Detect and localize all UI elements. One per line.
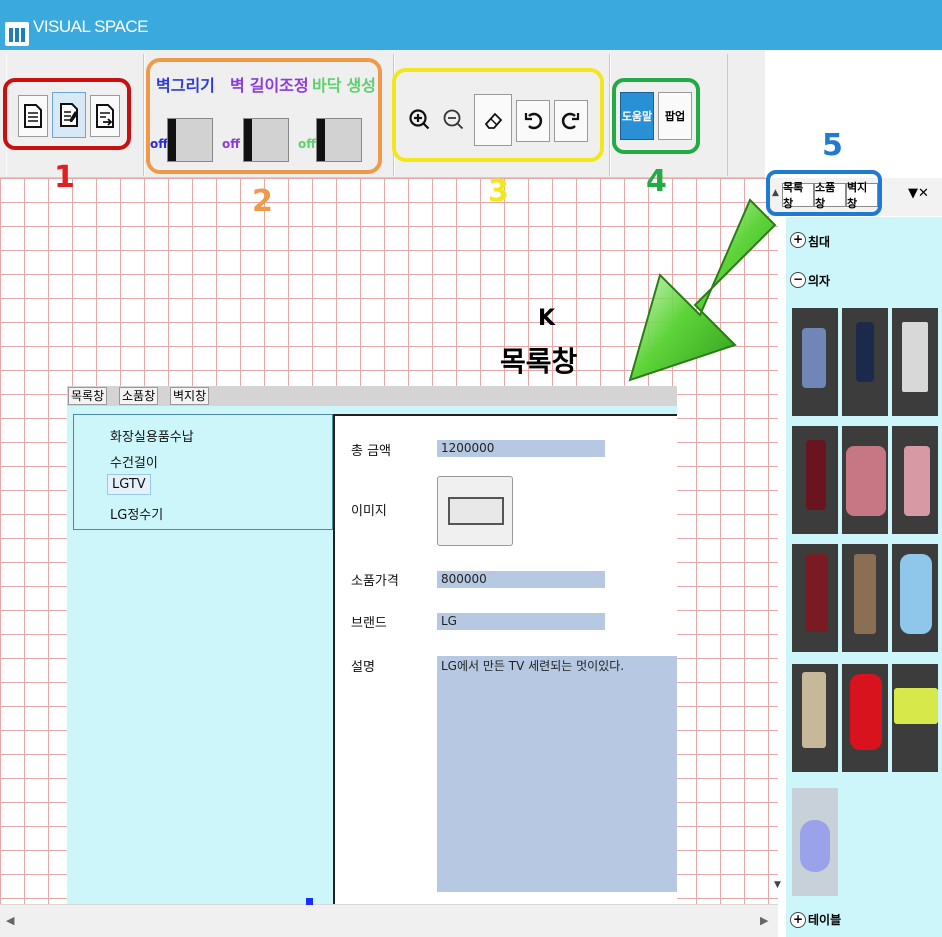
floor-create-toggle[interactable] (316, 118, 362, 162)
adjust-wall-label: 벽 길이조정 (230, 76, 309, 95)
brand-label: 브랜드 (351, 616, 387, 631)
rotate-right-button[interactable] (554, 100, 588, 142)
rotate-right-icon (561, 112, 580, 130)
panel-scroll-down-icon[interactable]: ▼ (774, 880, 781, 890)
edit-document-button[interactable] (52, 92, 86, 138)
description-label: 설명 (351, 660, 375, 675)
popup-button[interactable]: 팝업 (658, 92, 692, 140)
adjust-wall-toggle[interactable] (243, 118, 289, 162)
horizontal-scrollbar[interactable]: ◀ ▶ (0, 904, 778, 937)
zoom-out-icon (443, 109, 464, 130)
category-table[interactable]: 테이블 (808, 911, 841, 928)
dialog-tab-wallpaper[interactable]: 벽지창 (170, 387, 210, 405)
list-window: 목록창 소품창 벽지창 화장실용품수납 수건걸이 LGTV LG정수기 총 금액… (67, 386, 677, 904)
expand-table-icon[interactable]: + (790, 912, 806, 928)
export-document-button[interactable] (90, 95, 120, 137)
adjust-wall-off-label: off (222, 137, 240, 151)
expand-bed-icon[interactable]: + (790, 232, 806, 248)
brand-field[interactable]: LG (437, 613, 605, 630)
item-image[interactable] (437, 476, 513, 546)
title-bar: VISUAL SPACE (0, 0, 942, 50)
chair-thumbnail[interactable] (892, 544, 938, 652)
chair-thumbnail[interactable] (792, 426, 838, 534)
chair-thumbnail[interactable] (842, 426, 888, 534)
dialog-tab-list[interactable]: 목록창 (68, 387, 108, 405)
eraser-icon (484, 112, 503, 129)
zoom-in-icon (409, 109, 430, 130)
export-document-icon (96, 104, 114, 128)
annotation-number-4: 4 (646, 164, 667, 199)
scroll-left-icon[interactable]: ◀ (6, 914, 14, 927)
edit-document-icon (60, 103, 78, 127)
draw-wall-toggle[interactable] (167, 118, 213, 162)
zoom-out-button[interactable] (438, 100, 468, 140)
description-field[interactable]: LG에서 만든 TV 세련되는 멋이있다. (437, 656, 677, 892)
total-price-label: 총 금액 (351, 444, 392, 459)
popup-button-label: 팝업 (664, 110, 686, 123)
list-item[interactable]: LG정수기 (110, 504, 163, 523)
category-bed[interactable]: 침대 (808, 233, 830, 250)
total-price-field[interactable]: 1200000 (437, 440, 605, 457)
rotate-left-button[interactable] (516, 100, 550, 142)
detail-panel: 총 금액 1200000 이미지 소품가격 800000 브랜드 LG 설명 L… (333, 414, 677, 904)
help-button-label: 도움말 (621, 110, 653, 123)
zoom-in-button[interactable] (404, 100, 434, 140)
image-label: 이미지 (351, 504, 387, 519)
annotation-number-1: 1 (54, 160, 75, 195)
scroll-right-icon[interactable]: ▶ (760, 914, 768, 927)
annotation-k: K (538, 306, 556, 331)
draw-wall-label: 벽그리기 (156, 76, 215, 95)
tab-props-label: 소품창 (815, 181, 836, 210)
chair-thumbnail[interactable] (842, 308, 888, 416)
sofa-thumbnail[interactable] (892, 664, 938, 772)
tab-wallpaper-label: 벽지창 (847, 181, 868, 210)
chair-thumbnail[interactable] (892, 308, 938, 416)
annotation-number-3: 3 (488, 174, 509, 209)
new-document-icon (24, 104, 42, 128)
chair-thumbnail[interactable] (792, 664, 838, 772)
eraser-button[interactable] (474, 94, 512, 146)
annotation-list-window: 목록창 (500, 345, 578, 378)
tab-props[interactable]: 소품창 (814, 181, 846, 210)
help-button[interactable]: 도움말 (620, 92, 654, 140)
annotation-number-5: 5 (822, 128, 843, 163)
floor-create-off-label: off (298, 137, 316, 151)
app-logo-icon (5, 22, 29, 46)
chair-thumbnail[interactable] (792, 308, 838, 416)
rotate-left-icon (524, 112, 543, 130)
draw-wall-off-label: off (150, 137, 168, 151)
tab-wallpaper[interactable]: 벽지창 (846, 181, 878, 210)
pointer-arrow-icon (628, 198, 777, 382)
dialog-tab-props[interactable]: 소품창 (119, 387, 159, 405)
list-item-selected[interactable]: LGTV (107, 474, 151, 495)
panel-menu-close-icon[interactable]: ▼✕ (908, 186, 929, 201)
collapse-chair-icon[interactable]: − (790, 272, 806, 288)
item-price-label: 소품가격 (351, 574, 399, 589)
chair-thumbnail[interactable] (892, 426, 938, 534)
app-title: VISUAL SPACE (33, 17, 148, 36)
chair-thumbnail[interactable] (842, 544, 888, 652)
new-document-button[interactable] (18, 95, 48, 137)
list-item[interactable]: 수건걸이 (110, 452, 158, 471)
resize-handle[interactable] (306, 898, 313, 905)
chair-thumbnail[interactable] (792, 544, 838, 652)
category-chair[interactable]: 의자 (808, 272, 830, 289)
dialog-tabbar: 목록창 소품창 벽지창 (67, 386, 677, 406)
chair-thumbnail[interactable] (842, 664, 888, 772)
floor-create-label: 바닥 생성 (312, 76, 376, 95)
list-item[interactable]: 화장실용품수납 (110, 426, 194, 445)
item-price-field[interactable]: 800000 (437, 571, 605, 588)
chair-thumbnail[interactable] (792, 788, 838, 896)
annotation-number-2: 2 (252, 184, 273, 219)
